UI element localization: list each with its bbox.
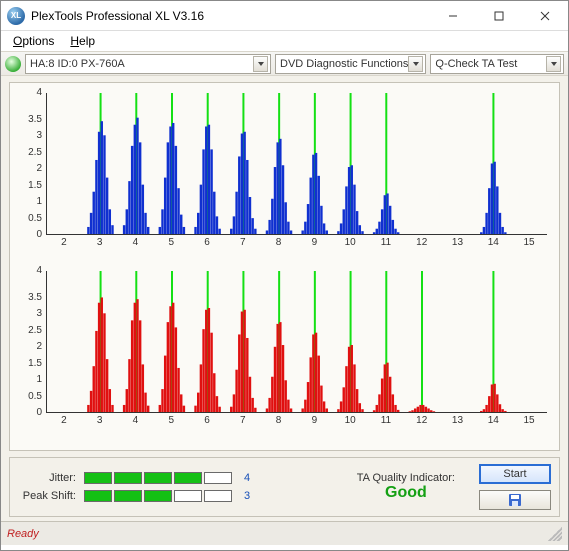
meters: Jitter: 4 Peak Shift: 3 (18, 472, 250, 502)
jitter-meter (84, 472, 232, 484)
meter-segment (84, 472, 112, 484)
start-button[interactable]: Start (479, 464, 551, 484)
function-group-combo[interactable]: DVD Diagnostic Functions (275, 54, 426, 74)
meter-segment (174, 472, 202, 484)
window-controls (430, 1, 568, 31)
close-button[interactable] (522, 1, 568, 31)
chart-bottom-xaxis: 23456789101112131415 (46, 415, 547, 429)
drive-icon (5, 56, 21, 72)
chart-bottom: 00.511.522.533.54 23456789101112131415 (46, 265, 553, 429)
resize-grip-icon[interactable] (548, 527, 562, 541)
maximize-button[interactable] (476, 1, 522, 31)
chevron-down-icon (253, 56, 268, 72)
peakshift-value: 3 (244, 490, 250, 502)
menu-help[interactable]: Help (62, 32, 103, 50)
meter-segment (144, 490, 172, 502)
minimize-button[interactable] (430, 1, 476, 31)
jitter-label: Jitter: (18, 472, 76, 484)
chevron-down-icon (408, 56, 423, 72)
menu-options[interactable]: Options (5, 32, 62, 50)
function-combo[interactable]: Q-Check TA Test (430, 54, 564, 74)
toolbar: HA:8 ID:0 PX-760A DVD Diagnostic Functio… (1, 51, 568, 76)
device-combo-text: HA:8 ID:0 PX-760A (30, 58, 253, 70)
jitter-value: 4 (244, 472, 250, 484)
status-text: Ready (7, 528, 39, 540)
chart-bottom-yaxis: 00.511.522.533.54 (16, 271, 42, 413)
chart-bottom-plot (46, 271, 547, 413)
peakshift-row: Peak Shift: 3 (18, 490, 250, 502)
save-icon (508, 493, 522, 507)
ta-quality-value: Good (357, 484, 455, 502)
jitter-row: Jitter: 4 (18, 472, 250, 484)
meter-segment (144, 472, 172, 484)
statusbar: Ready (1, 521, 568, 545)
save-button[interactable] (479, 490, 551, 510)
window-title: PlexTools Professional XL V3.16 (31, 9, 430, 23)
chart-panel: 00.511.522.533.54 23456789101112131415 0… (9, 82, 560, 451)
meter-segment (204, 490, 232, 502)
bottom-panel: Jitter: 4 Peak Shift: 3 TA Quality Indic… (9, 457, 560, 517)
function-text: Q-Check TA Test (435, 58, 546, 70)
menubar: Options Help (1, 31, 568, 51)
action-buttons: Start (479, 464, 551, 510)
meter-segment (204, 472, 232, 484)
app-icon: XL (7, 7, 25, 25)
chevron-down-icon (546, 56, 561, 72)
chart-top-plot (46, 93, 547, 235)
meter-segment (114, 472, 142, 484)
chart-top-xaxis: 23456789101112131415 (46, 237, 547, 251)
titlebar: XL PlexTools Professional XL V3.16 (1, 1, 568, 31)
chart-top-yaxis: 00.511.522.533.54 (16, 93, 42, 235)
chart-top: 00.511.522.533.54 23456789101112131415 (46, 87, 553, 251)
meter-segment (84, 490, 112, 502)
function-group-text: DVD Diagnostic Functions (280, 58, 408, 70)
ta-quality-label: TA Quality Indicator: (357, 472, 455, 484)
device-combo[interactable]: HA:8 ID:0 PX-760A (25, 54, 271, 74)
meter-segment (174, 490, 202, 502)
peakshift-meter (84, 490, 232, 502)
meter-segment (114, 490, 142, 502)
content: 00.511.522.533.54 23456789101112131415 0… (1, 76, 568, 521)
ta-quality: TA Quality Indicator: Good (357, 472, 455, 502)
peakshift-label: Peak Shift: (18, 490, 76, 502)
